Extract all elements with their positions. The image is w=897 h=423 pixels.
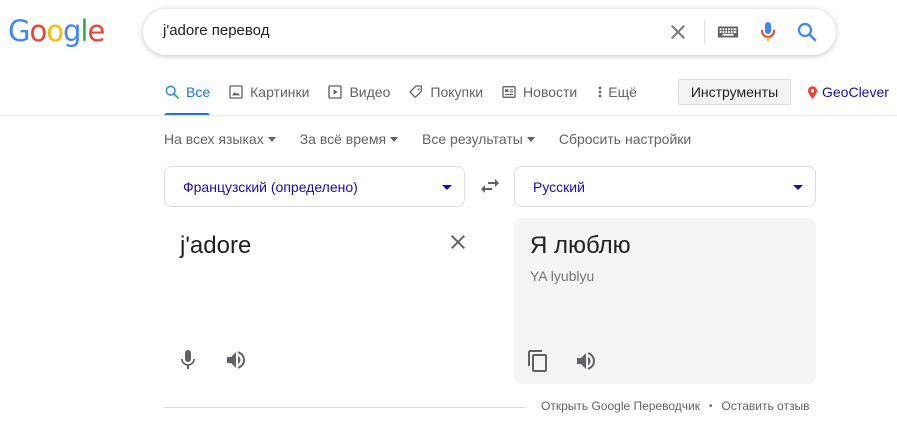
open-translate-link[interactable]: Открыть Google Переводчик [541,399,700,413]
source-text-panel[interactable]: j'adore [164,218,465,384]
search-tabs: Все Картинки Видео Покупки Новости Ещё [164,80,655,116]
geoclever-label: GeoClever [822,84,889,100]
transliteration-text: YA lyublyu [530,268,595,284]
more-vert-icon [598,86,602,98]
close-icon[interactable] [446,230,470,254]
tab-label: Покупки [430,84,484,100]
tab-label: Новости [523,84,578,100]
filter-results[interactable]: Все результаты [422,131,535,147]
dropdown-arrow-icon [442,185,452,190]
tab-label: Все [186,84,211,100]
filter-reset[interactable]: Сбросить настройки [559,131,691,147]
source-language-select[interactable]: Французский (определено) [164,166,465,207]
tab-shopping[interactable]: Покупки [408,80,483,116]
logo-letter: o [46,14,64,48]
translate-footer: Открыть Google Переводчик • Оставить отз… [541,399,809,413]
search-icon[interactable] [795,20,819,44]
tag-icon [409,85,423,98]
tabs-divider [0,115,897,116]
location-pin-icon [808,85,817,99]
filter-label: Все результаты [422,131,523,147]
copy-icon[interactable] [526,349,550,373]
tools-button[interactable]: Инструменты [678,79,791,105]
translation-text: Я люблю [530,232,631,259]
tab-more[interactable]: Ещё [595,80,637,116]
microphone-icon[interactable] [176,348,200,372]
news-icon [502,86,516,98]
source-language-value: Французский (определено) [183,179,358,195]
search-box[interactable]: j'adore перевод [143,9,836,55]
speaker-icon[interactable] [224,348,248,372]
feedback-link[interactable]: Оставить отзыв [722,399,810,413]
footer-divider [164,407,526,408]
tab-video[interactable]: Видео [327,80,390,116]
swap-languages-icon[interactable] [478,174,502,198]
logo-letter: l [80,14,88,48]
source-text[interactable]: j'adore [180,232,251,260]
logo-letter: G [8,14,31,48]
logo-letter: g [62,14,81,48]
caret-down-icon [526,136,535,142]
tab-images[interactable]: Картинки [228,80,309,116]
video-icon [328,85,343,99]
caret-down-icon [390,136,399,142]
search-icon [165,85,179,99]
tab-label: Видео [349,84,391,100]
search-input[interactable]: j'adore перевод [163,22,269,39]
clear-icon[interactable] [666,20,690,44]
google-logo[interactable]: Google [8,14,105,48]
speaker-icon[interactable] [574,349,598,373]
tab-news[interactable]: Новости [501,80,577,116]
logo-letter: o [29,14,47,48]
separator-dot: • [709,400,713,412]
filter-time[interactable]: За всё время [299,131,399,147]
translation-panel: Я люблю YA lyublyu [514,218,816,384]
filter-language[interactable]: На всех языках [164,131,276,147]
keyboard-icon[interactable] [717,20,739,44]
voice-search-icon[interactable] [756,20,780,44]
tab-label: Ещё [608,84,637,100]
caret-down-icon [267,136,276,142]
tab-label: Картинки [250,84,310,100]
target-language-value: Русский [533,179,585,195]
filter-label: За всё время [299,131,387,147]
dropdown-arrow-icon [793,185,803,190]
filter-label: Сбросить настройки [558,131,692,147]
logo-letter: e [87,14,105,48]
filter-bar: На всех языках За всё время Все результа… [164,131,715,147]
tab-all[interactable]: Все [164,80,211,116]
image-icon [229,85,243,99]
filter-label: На всех языках [164,131,264,147]
geoclever-link[interactable]: GeoClever [808,84,889,100]
search-divider [704,20,705,44]
target-language-select[interactable]: Русский [514,166,816,207]
